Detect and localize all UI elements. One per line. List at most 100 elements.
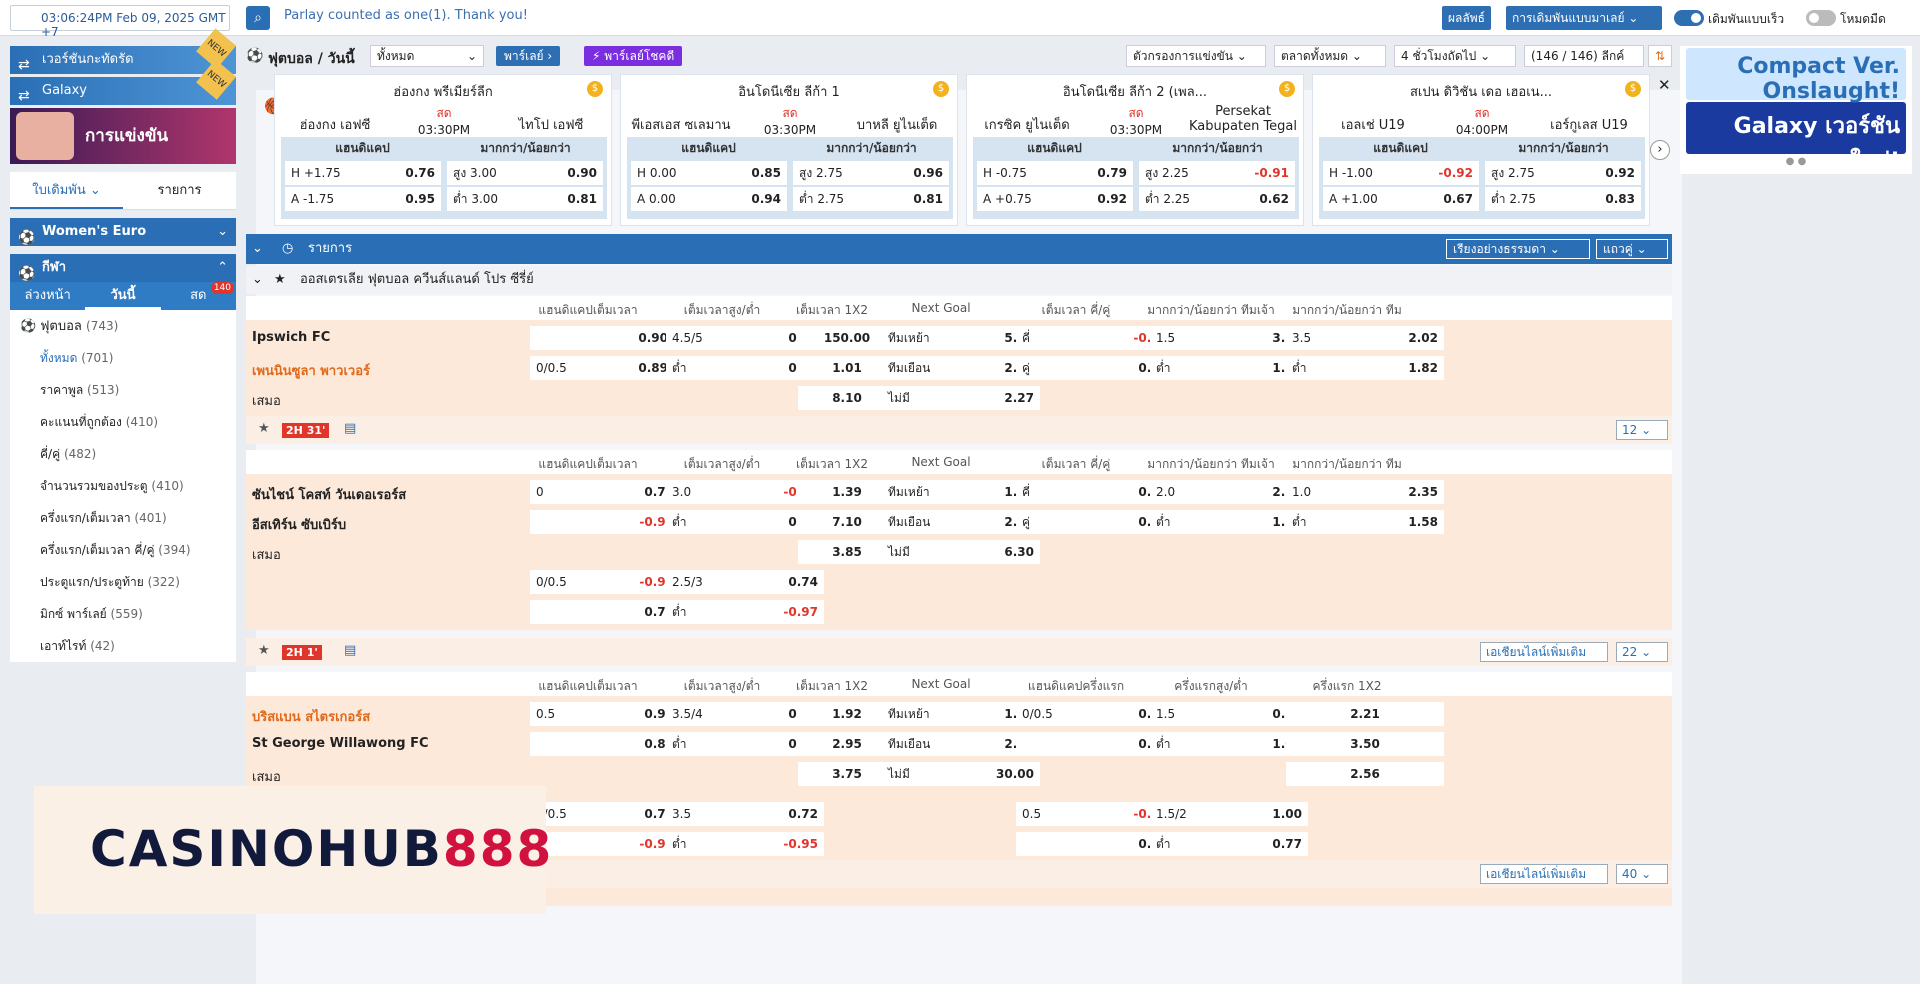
odds-cell[interactable]: H +1.75 0.76 [285,161,441,185]
more-lines-button[interactable]: เอเชียนไลน์เพิ่มเติม [1480,864,1608,884]
home-team-name[interactable]: Ipswich FC [252,330,330,345]
sidebar-item[interactable]: ราคาพูล (513) [10,374,236,406]
match-card[interactable]: สเปน ดิวิชัน เดอ เฮอเน... $ เอลเช่ U19 สด 04… [1312,74,1650,226]
compact-promo-banner[interactable]: Compact Ver. Onslaught! [1686,48,1906,104]
odds-cell[interactable]: ต่ำ 3.00 0.81 [447,187,603,211]
market-select[interactable]: ตลาดทั้งหมด ⌄ [1274,45,1386,67]
odds-cell[interactable]: ต่ำ1.00 [1150,732,1308,756]
sidebar-item[interactable]: ประตูแรก/ประตูท้าย (322) [10,566,236,598]
odds-cell[interactable]: สูง 2.75 0.92 [1485,161,1641,185]
sidebar-item[interactable]: จำนวนรวมของประตู (410) [10,470,236,502]
odds-cell[interactable]: สูง 3.00 0.90 [447,161,603,185]
odds-cell[interactable]: 1.53.50 [1150,326,1308,350]
odds-cell[interactable]: 2.56 [1286,762,1444,786]
star-icon[interactable]: ★ [258,421,270,436]
sidebar-item[interactable]: คี่/คู่ (482) [10,438,236,470]
sidebar-item[interactable]: ทั้งหมด (701) [10,342,236,374]
odds-cell[interactable]: 2.5/3 0.74 [666,570,824,594]
odds-cell[interactable]: ต่ำ1.25 [1150,356,1308,380]
sidebar-item[interactable]: ครึ่งแรก/เต็มเวลา คี่/คู่ (394) [10,534,236,566]
womens-euro-section[interactable]: ⚽ Women's Euro ⌄ [10,218,236,246]
odds-cell[interactable]: ต่ำ -0.95 [666,832,824,856]
odds-cell[interactable]: ต่ำ 1.82 [1286,356,1444,380]
league-row[interactable]: ⌄ ★ ออสเตรเลีย ฟุตบอล ควีนส์แลนด์ โปร ซี… [246,266,1672,294]
match-card[interactable]: ฮ่องกง พรีเมียร์ลีก $ ฮ่องกง เอฟซี สด 03:30P… [274,74,612,226]
market-count-select[interactable]: 22 ⌄ [1616,642,1668,662]
promo-banner[interactable]: การแข่งขัน [10,108,236,164]
away-team-name[interactable]: อีสเทิร์น ซับเบิร์บ [252,514,346,535]
odds-cell[interactable]: 0.5 0.92 [530,702,680,726]
odds-cell[interactable]: A 0.00 0.94 [631,187,787,211]
lucky-parlay-button[interactable]: ⚡ พาร์เลย์โชคดี [584,46,683,66]
odds-cell[interactable]: ต่ำ1.78 [1150,510,1308,534]
market-count-select[interactable]: 12 ⌄ [1616,420,1668,440]
odds-cell[interactable]: A +0.75 0.92 [977,187,1133,211]
tab-list[interactable]: รายการ [123,172,236,209]
compact-version-banner[interactable]: ⇄ เวอร์ชันกะทัดรัด NEW [10,28,236,74]
star-icon[interactable]: ★ [258,643,270,658]
quick-bet-toggle[interactable] [1674,10,1704,26]
odds-cell[interactable]: -0.97 [530,510,680,534]
galaxy-banner[interactable]: ⇄ Galaxy NEW [10,59,236,105]
odds-cell[interactable]: ไม่มี 2.27 [882,386,1040,410]
odds-cell[interactable]: H 0.00 0.85 [631,161,787,185]
odds-cell[interactable]: ต่ำ 1.58 [1286,510,1444,534]
odds-cell[interactable]: H -1.00 -0.92 [1323,161,1479,185]
odds-cell[interactable]: 0.71 [530,600,680,624]
odds-cell[interactable]: สูง 2.25 -0.91 [1139,161,1295,185]
league-filter-select[interactable]: ตัวกรองการแข่งขัน ⌄ [1126,45,1266,67]
odds-cell[interactable]: 0 0.76 [530,480,680,504]
stats-icon[interactable]: ▤ [344,643,356,658]
odds-cell[interactable]: H -0.75 0.79 [977,161,1133,185]
odds-cell[interactable]: ต่ำ -0.97 [666,600,824,624]
tab-betslip[interactable]: ใบเดิมพัน ⌄ [10,172,123,209]
odds-cell[interactable]: 1.0 2.35 [1286,480,1444,504]
odds-cell[interactable]: ต่ำ 2.25 0.62 [1139,187,1295,211]
chevron-right-icon[interactable]: › [1650,140,1670,160]
odds-cell[interactable]: สูง 2.75 0.96 [793,161,949,185]
odds-cell[interactable]: A +1.00 0.67 [1323,187,1479,211]
odds-cell[interactable]: 0.90▾ [530,326,680,350]
away-team-name[interactable]: St George Willawong FC [252,736,429,751]
rows-select[interactable]: แถวคู่ ⌄ [1596,239,1668,259]
tab-today[interactable]: วันนี้ [85,282,161,310]
odds-cell[interactable]: A -1.75 0.95 [285,187,441,211]
odds-cell[interactable]: 3.5 2.02 [1286,326,1444,350]
odds-cell[interactable]: 1.5/2 1.00 [1150,802,1308,826]
odds-cell[interactable]: ต่ำ 0.77 [1150,832,1308,856]
more-lines-button[interactable]: เอเชียนไลน์เพิ่มเติม [1480,642,1608,662]
sort-select[interactable]: เรียงอย่างธรรมดา ⌄ [1446,239,1590,259]
tab-early[interactable]: ล่วงหน้า [10,282,85,310]
odds-cell[interactable]: 0.87 [530,732,680,756]
results-button[interactable]: ผลลัพธ์ [1442,6,1491,30]
filter-select[interactable]: ทั้งหมด ⌄ [370,45,484,67]
odds-cell[interactable]: 1.50.77 [1150,702,1308,726]
stats-icon[interactable]: ▤ [344,421,356,436]
dark-mode-toggle[interactable] [1806,10,1836,26]
chevron-down-icon[interactable]: ⌄ [252,234,263,264]
sports-section[interactable]: ⚽ กีฬา ⌃ [10,254,236,282]
sidebar-item[interactable]: ⚽ ฟุตบอล (743) [10,310,236,342]
sidebar-item[interactable]: คะแนนที่ถูกต้อง (410) [10,406,236,438]
bet-type-select[interactable]: การเดิมพันแบบมาเลย์ ⌄ [1506,6,1662,30]
match-card[interactable]: อินโดนีเซีย ลีก้า 1 $ พีเอสเอส ซเลมาน สด 03:… [620,74,958,226]
home-team-name[interactable]: ซันไชน์ โคสท์ วันเดอเรอร์ส [252,484,406,505]
galaxy-promo-banner[interactable]: Galaxy เวอร์ชันใหม่! [1686,102,1906,174]
sort-icon[interactable]: ⇅ [1648,45,1672,67]
odds-cell[interactable]: 3.50 [1286,732,1444,756]
star-icon[interactable]: ★ [274,266,286,294]
odds-cell[interactable]: 2.02.10 [1150,480,1308,504]
odds-cell[interactable]: ต่ำ 2.75 0.81 [793,187,949,211]
parlay-button[interactable]: พาร์เลย์ › [496,46,561,66]
odds-cell[interactable]: 3.5 0.72 [666,802,824,826]
hours-select[interactable]: 4 ชั่วโมงถัดไป ⌄ [1394,45,1516,67]
market-count-select[interactable]: 40 ⌄ [1616,864,1668,884]
sidebar-item[interactable]: มิกซ์ พาร์เลย์ (559) [10,598,236,630]
odds-cell[interactable]: 2.21 [1286,702,1444,726]
match-card[interactable]: อินโดนีเซีย ลีก้า 2 (เพล... $ เกรซิค ยูไนเ… [966,74,1304,226]
odds-cell[interactable]: 0/0.5 -0.92 [530,570,680,594]
sidebar-item[interactable]: ครึ่งแรก/เต็มเวลา (401) [10,502,236,534]
search-icon[interactable]: ⌕ [246,6,270,30]
odds-cell[interactable]: 0/0.5 0.89▴ [530,356,680,380]
home-team-name[interactable]: บริสแบน สไตรเกอร์ส [252,706,370,727]
